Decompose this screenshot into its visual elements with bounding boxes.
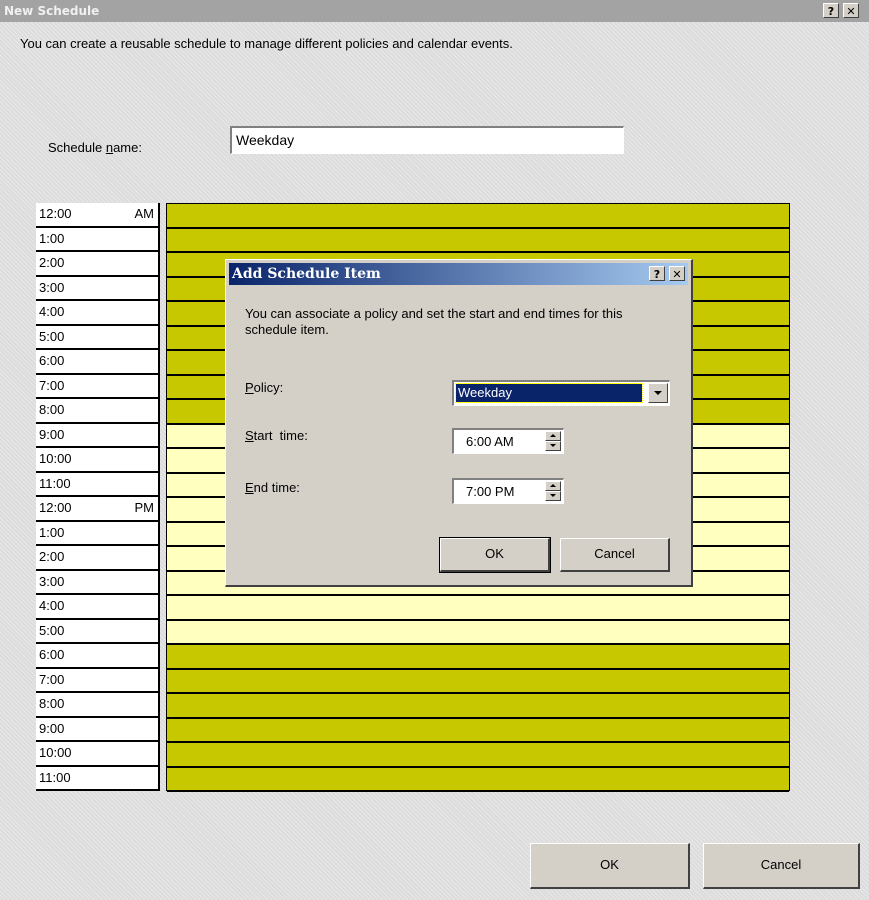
- hour-time: 3:00: [39, 279, 65, 295]
- hour-time: 1:00: [39, 524, 65, 540]
- hour-label-row: 2:00: [36, 546, 160, 571]
- hour-time: 6:00: [39, 353, 65, 368]
- end-time-label: End time:: [245, 480, 300, 495]
- hour-time: 2:00: [39, 549, 65, 564]
- hour-time: 4:00: [39, 304, 65, 319]
- dialog-description: You can associate a policy and set the s…: [245, 306, 623, 337]
- end-time-up-icon[interactable]: [545, 481, 561, 491]
- schedule-hour-bar[interactable]: [167, 645, 789, 670]
- hour-time: 2:00: [39, 255, 65, 270]
- hour-label-row: 10:00: [36, 742, 160, 767]
- hour-label-row: 6:00: [36, 644, 160, 669]
- hour-label-row: 3:00: [36, 276, 160, 301]
- hour-ampm: PM: [134, 500, 155, 515]
- schedule-hour-bar[interactable]: [167, 718, 789, 743]
- chevron-down-icon[interactable]: [648, 383, 668, 403]
- close-button[interactable]: ✕: [843, 3, 859, 18]
- hour-time: 7:00: [39, 377, 65, 393]
- hour-time: 10:00: [39, 451, 72, 466]
- hour-label-row: 4:00: [36, 301, 160, 326]
- schedule-name-input[interactable]: Weekday: [230, 126, 624, 154]
- hour-time: 8:00: [39, 696, 65, 711]
- end-time-value: 7:00 PM: [466, 484, 515, 499]
- hour-time: 8:00: [39, 402, 65, 417]
- schedule-name-label: Schedule name:: [48, 140, 142, 155]
- hour-ampm: AM: [134, 206, 155, 221]
- hour-label-row: 12:00 AM: [36, 203, 160, 228]
- hour-time: 12:00: [39, 206, 72, 221]
- hour-label-row: 12:00 PM: [36, 497, 160, 522]
- hour-label-row: 8:00: [36, 399, 160, 424]
- hour-label-row: 1:00: [36, 521, 160, 546]
- start-time-label: Start time:: [245, 428, 308, 443]
- hour-time: 11:00: [39, 475, 71, 491]
- window-titlebar[interactable]: New Schedule ? ✕: [0, 0, 869, 22]
- hour-label-row: 8:00: [36, 693, 160, 718]
- window-title: New Schedule: [4, 4, 100, 18]
- hour-label-row: 11:00: [36, 766, 160, 791]
- ok-button[interactable]: OK: [530, 843, 690, 889]
- end-time-spinner[interactable]: 7:00 PM: [452, 478, 564, 504]
- hour-time: 12:00: [39, 500, 72, 515]
- hour-time: 6:00: [39, 647, 65, 662]
- schedule-hour-bar[interactable]: [167, 596, 789, 621]
- hour-label-row: 9:00: [36, 423, 160, 448]
- hour-label-row: 5:00: [36, 325, 160, 350]
- start-time-up-icon[interactable]: [545, 431, 561, 441]
- dialog-help-button[interactable]: ?: [649, 266, 665, 281]
- schedule-hour-bar[interactable]: [167, 669, 789, 694]
- hour-time: 9:00: [39, 720, 65, 736]
- schedule-hour-bar[interactable]: [167, 743, 789, 768]
- schedule-hour-bar[interactable]: [167, 620, 789, 645]
- hour-labels: 12:00 AM 1:00 2:00 3:00 4:00 5:00 6:00 7:00 8:00 9…: [36, 203, 160, 791]
- hour-label-row: 11:00: [36, 472, 160, 497]
- hour-label-row: 6:00: [36, 350, 160, 375]
- policy-select[interactable]: Weekday: [452, 380, 670, 406]
- hour-label-row: 7:00: [36, 374, 160, 399]
- hour-label-row: 9:00: [36, 717, 160, 742]
- schedule-hour-bar[interactable]: [167, 204, 789, 229]
- policy-label: Policy:: [245, 380, 284, 395]
- hour-time: 9:00: [39, 426, 65, 442]
- hour-label-row: 5:00: [36, 619, 160, 644]
- policy-select-value: Weekday: [455, 383, 643, 403]
- cancel-button[interactable]: Cancel: [703, 843, 860, 889]
- help-button[interactable]: ?: [823, 3, 839, 18]
- start-time-down-icon[interactable]: [545, 441, 561, 451]
- hour-time: 5:00: [39, 328, 65, 344]
- end-time-down-icon[interactable]: [545, 491, 561, 501]
- hour-label-row: 3:00: [36, 570, 160, 595]
- dialog-close-button[interactable]: ✕: [669, 266, 685, 281]
- schedule-hour-bar[interactable]: [167, 694, 789, 719]
- hour-time: 11:00: [39, 769, 71, 785]
- new-schedule-window: New Schedule ? ✕ You can create a reusab…: [0, 0, 869, 900]
- hour-label-row: 4:00: [36, 595, 160, 620]
- hour-label-row: 2:00: [36, 252, 160, 277]
- schedule-hour-bar[interactable]: [167, 228, 789, 253]
- window-description: You can create a reusable schedule to ma…: [20, 36, 513, 51]
- dialog-titlebar[interactable]: Add Schedule Item ? ✕: [229, 263, 688, 285]
- hour-time: 4:00: [39, 598, 65, 613]
- start-time-value: 6:00 AM: [466, 434, 514, 449]
- dialog-ok-button[interactable]: OK: [439, 537, 551, 573]
- hour-time: 5:00: [39, 622, 65, 638]
- hour-time: 7:00: [39, 671, 65, 687]
- schedule-hour-bar[interactable]: [167, 767, 789, 792]
- hour-time: 1:00: [39, 230, 65, 246]
- hour-time: 3:00: [39, 573, 65, 589]
- dialog-title: Add Schedule Item: [232, 266, 381, 282]
- hour-label-row: 1:00: [36, 227, 160, 252]
- hour-label-row: 7:00: [36, 668, 160, 693]
- add-schedule-item-dialog: Add Schedule Item ? ✕ You can associate …: [225, 259, 693, 587]
- hour-label-row: 10:00: [36, 448, 160, 473]
- dialog-cancel-button[interactable]: Cancel: [560, 538, 670, 572]
- start-time-spinner[interactable]: 6:00 AM: [452, 428, 564, 454]
- hour-time: 10:00: [39, 745, 72, 760]
